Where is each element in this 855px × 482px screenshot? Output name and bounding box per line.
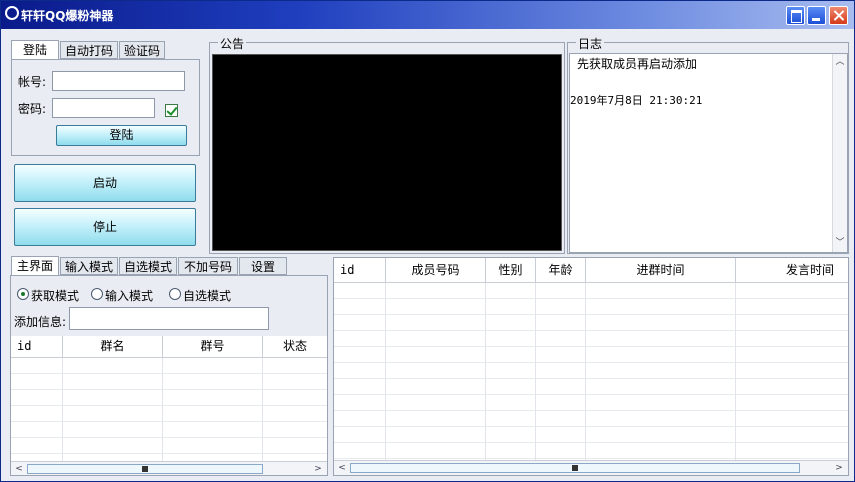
scroll-right-icon[interactable]: > — [832, 462, 846, 474]
group-table[interactable]: id 群名 群号 状态 < > — [11, 336, 327, 475]
main-window: 轩轩QQ爆粉神器 登陆 自动打码 验证码 帐号: 密码: 登陆 启动 停止 公告… — [0, 0, 855, 482]
radio-input-mode[interactable] — [91, 288, 103, 300]
group-table-hscrollbar[interactable]: < > — [11, 461, 327, 475]
column-header[interactable]: 状态 — [263, 336, 327, 357]
scroll-thumb[interactable] — [27, 464, 263, 474]
tab-exclude-numbers[interactable]: 不加号码 — [178, 257, 238, 275]
start-button[interactable]: 启动 — [14, 164, 196, 202]
notice-display — [212, 54, 562, 251]
maximize-button[interactable] — [786, 6, 805, 25]
scroll-right-icon[interactable]: > — [311, 463, 325, 475]
add-info-input[interactable] — [69, 307, 269, 330]
account-input[interactable] — [52, 71, 185, 91]
log-scrollbar[interactable]: ︿ ﹀ — [832, 54, 847, 252]
group-table-body — [11, 358, 327, 461]
scroll-down-icon[interactable]: ﹀ — [833, 237, 847, 249]
radio-fetch-mode[interactable] — [17, 288, 29, 300]
notice-group: 公告 — [209, 35, 565, 254]
table-header: id 成员号码 性别 年龄 进群时间 发言时间 — [334, 258, 848, 283]
grip-icon — [572, 465, 578, 471]
log-group: 日志 先获取成员再启动添加 2019年7月8日 21:30:21 ︿ ﹀ — [567, 35, 849, 254]
column-header[interactable]: 进群时间 — [586, 258, 736, 282]
tab-input-mode[interactable]: 输入模式 — [60, 257, 118, 275]
grip-icon — [142, 466, 148, 472]
scroll-left-icon[interactable]: < — [335, 462, 349, 474]
column-header[interactable]: id — [334, 258, 386, 282]
tab-custom-mode[interactable]: 自选模式 — [119, 257, 177, 275]
scroll-left-icon[interactable]: < — [12, 463, 26, 475]
password-label: 密码: — [18, 102, 47, 116]
member-table-body — [334, 283, 848, 460]
tab-settings[interactable]: 设置 — [239, 257, 287, 275]
log-title: 日志 — [576, 35, 605, 52]
column-header[interactable]: 群号 — [163, 336, 263, 357]
member-table-hscrollbar[interactable]: < > — [334, 460, 848, 475]
app-logo-icon — [5, 6, 19, 20]
member-table[interactable]: id 成员号码 性别 年龄 进群时间 发言时间 < > — [333, 257, 849, 476]
column-header[interactable]: 年龄 — [536, 258, 586, 282]
log-line: 先获取成员再启动添加 — [577, 57, 698, 71]
window-title: 轩轩QQ爆粉神器 — [21, 9, 114, 23]
account-label: 帐号: — [18, 75, 47, 89]
remember-password-checkbox[interactable] — [165, 104, 178, 117]
column-header[interactable]: 发言时间 — [736, 258, 848, 282]
column-header[interactable]: 群名 — [63, 336, 163, 357]
radio-label: 获取模式 — [31, 289, 80, 303]
notice-title: 公告 — [218, 35, 247, 52]
password-input[interactable] — [52, 98, 155, 118]
main-tab-panel: 获取模式 输入模式 自选模式 添加信息: id 群名 群号 状态 < > — [10, 275, 328, 476]
minimize-button[interactable] — [807, 6, 826, 25]
close-button[interactable] — [829, 6, 848, 25]
radio-custom-mode[interactable] — [169, 288, 181, 300]
column-header[interactable]: id — [11, 336, 63, 357]
add-info-label: 添加信息: — [14, 315, 67, 329]
radio-label: 自选模式 — [183, 289, 232, 303]
table-header: id 群名 群号 状态 — [11, 336, 327, 358]
login-button[interactable]: 登陆 — [56, 125, 187, 146]
tab-main[interactable]: 主界面 — [11, 256, 59, 276]
title-bar[interactable]: 轩轩QQ爆粉神器 — [1, 1, 854, 29]
scroll-up-icon[interactable]: ︿ — [833, 56, 847, 68]
log-line: 2019年7月8日 21:30:21 — [570, 94, 703, 107]
column-header[interactable]: 成员号码 — [386, 258, 486, 282]
tab-auto-captcha[interactable]: 自动打码 — [60, 41, 118, 59]
stop-button[interactable]: 停止 — [14, 208, 196, 246]
scroll-thumb[interactable] — [350, 463, 800, 473]
column-header[interactable]: 性别 — [486, 258, 536, 282]
log-textarea[interactable]: 先获取成员再启动添加 2019年7月8日 21:30:21 ︿ ﹀ — [569, 53, 848, 253]
radio-label: 输入模式 — [105, 289, 154, 303]
tab-captcha[interactable]: 验证码 — [119, 41, 165, 59]
tab-login[interactable]: 登陆 — [11, 40, 59, 60]
